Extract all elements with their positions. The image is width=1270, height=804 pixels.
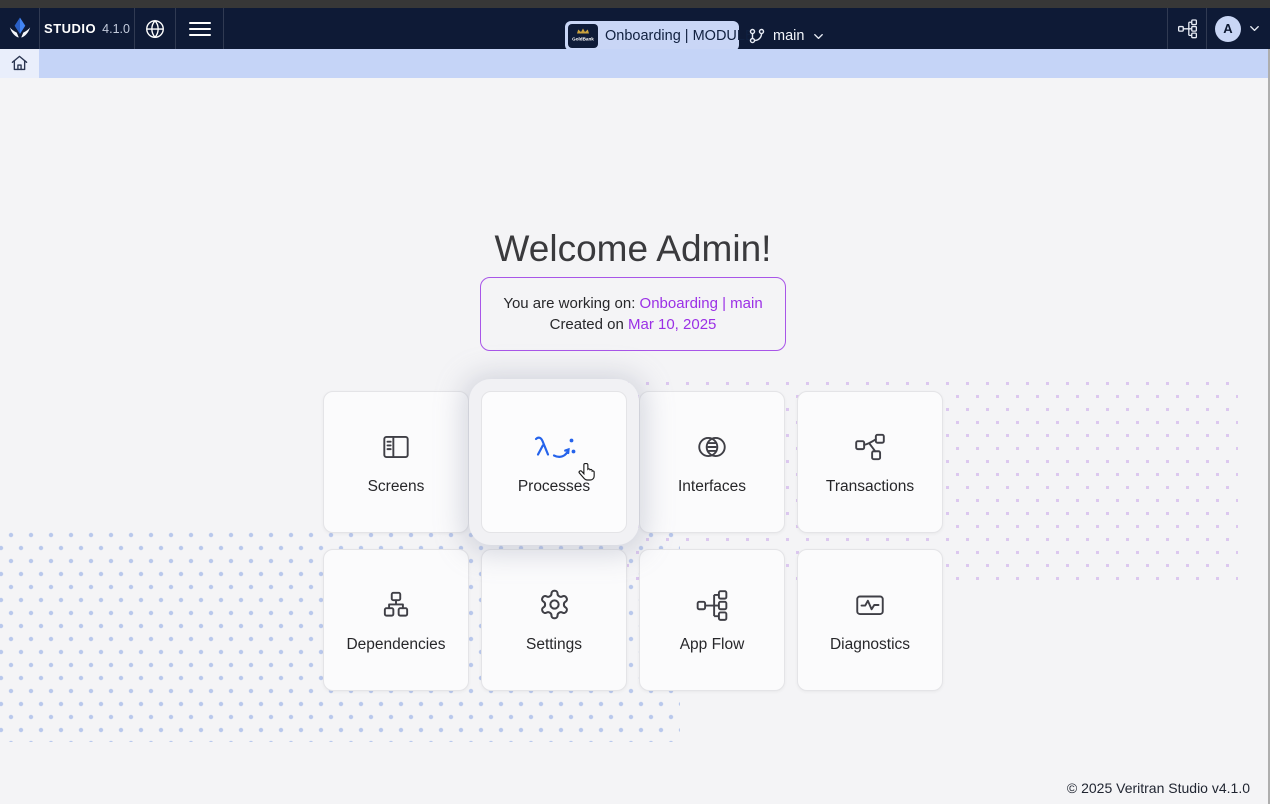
- pointer-cursor: [578, 462, 595, 481]
- product-version: 4.1.0: [102, 21, 130, 36]
- chevron-down-icon: [1250, 26, 1259, 31]
- diagnostics-icon: [853, 587, 887, 623]
- card-label: App Flow: [679, 635, 745, 653]
- card-label: Dependencies: [346, 635, 446, 653]
- avatar: A: [1215, 15, 1241, 42]
- app-flow-icon: [1177, 19, 1197, 39]
- user-menu-button[interactable]: A: [1207, 8, 1270, 49]
- secondary-bar: [0, 49, 1270, 78]
- card-transactions[interactable]: Transactions: [797, 391, 943, 533]
- card-interfaces[interactable]: Interfaces: [639, 391, 785, 533]
- card-diagnostics[interactable]: Diagnostics: [797, 549, 943, 691]
- page-title: Welcome Admin!: [494, 228, 772, 269]
- footer-copyright: © 2025 Veritran Studio v4.1.0: [1066, 780, 1250, 796]
- app-flow-icon: [695, 587, 729, 623]
- hamburger-icon: [188, 21, 211, 36]
- processes-icon: [532, 429, 576, 465]
- module-selector-button[interactable]: GoldBank Onboarding | MODULE: [565, 21, 755, 51]
- working-on-box: You are working on: Onboarding | main Cr…: [480, 277, 786, 351]
- goldbank-badge: GoldBank: [568, 24, 598, 48]
- module-pill-label: Onboarding | MODULE: [605, 28, 755, 44]
- branch-name: main: [773, 28, 805, 44]
- card-label: Interfaces: [677, 477, 747, 495]
- veritran-logo-icon: [9, 17, 30, 38]
- product-name: STUDIO: [44, 21, 97, 36]
- working-on-link[interactable]: Onboarding | main: [640, 295, 763, 312]
- transactions-icon: [853, 429, 887, 465]
- working-on-prefix: You are working on:: [503, 295, 640, 312]
- product-title: STUDIO 4.1.0: [40, 8, 135, 49]
- card-label: Settings: [525, 635, 582, 653]
- module-cards-grid: Screens Processes Interfaces Transaction…: [323, 391, 943, 691]
- card-settings[interactable]: Settings: [481, 549, 627, 691]
- created-on-prefix: Created on: [549, 316, 628, 333]
- home-icon: [11, 55, 28, 71]
- top-navbar: STUDIO 4.1.0 GoldBank Onboarding | MODUL…: [0, 8, 1270, 51]
- card-label: Transactions: [825, 477, 915, 495]
- card-screens[interactable]: Screens: [323, 391, 469, 533]
- card-dependencies[interactable]: Dependencies: [323, 549, 469, 691]
- navbar-right-group: A: [1167, 8, 1270, 49]
- app-flow-shortcut-button[interactable]: [1167, 8, 1207, 49]
- veritran-logo[interactable]: [0, 8, 40, 49]
- created-on-date[interactable]: Mar 10, 2025: [628, 316, 716, 333]
- globe-icon: [146, 19, 164, 38]
- card-processes[interactable]: Processes: [481, 391, 627, 533]
- settings-icon: [538, 587, 571, 623]
- language-globe-button[interactable]: [135, 8, 176, 49]
- breadcrumb-tab-strip: [39, 49, 1270, 78]
- main-menu-button[interactable]: [176, 8, 224, 49]
- interfaces-icon: [694, 429, 730, 465]
- card-label: Screens: [367, 477, 425, 495]
- card-app-flow[interactable]: App Flow: [639, 549, 785, 691]
- home-button[interactable]: [0, 49, 39, 78]
- screens-icon: [379, 429, 413, 465]
- git-branch-icon: [749, 28, 765, 44]
- window-chrome-strip: [0, 0, 1270, 8]
- goldbank-badge-label: GoldBank: [572, 37, 594, 42]
- chevron-down-icon: [814, 33, 824, 39]
- branch-selector[interactable]: main: [748, 21, 826, 51]
- dependencies-icon: [379, 587, 413, 623]
- card-label: Diagnostics: [829, 635, 911, 653]
